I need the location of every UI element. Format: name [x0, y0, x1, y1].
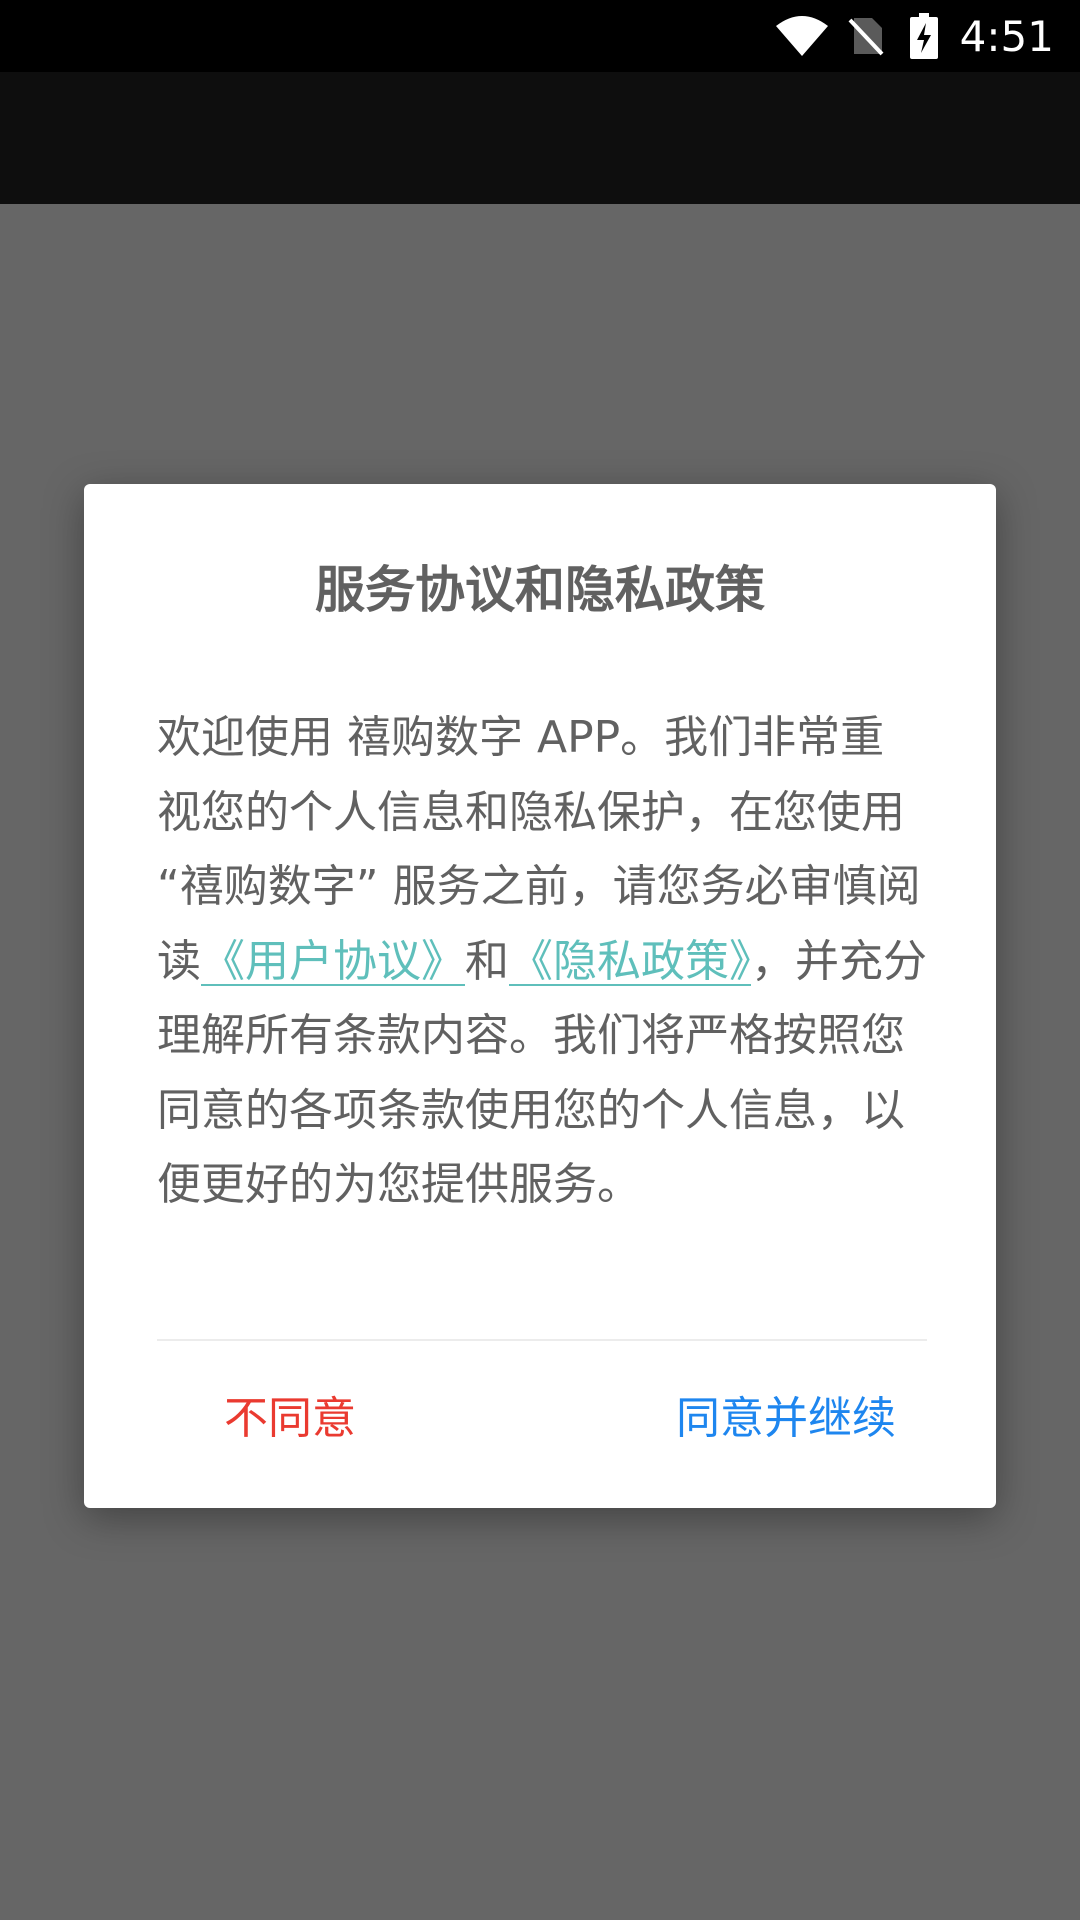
status-icons: 4:51 [774, 0, 1054, 72]
wifi-icon [774, 14, 830, 58]
status-bar: 4:51 [0, 0, 1080, 72]
agree-continue-button[interactable]: 同意并继续 [676, 1384, 896, 1454]
screen: 4:51 服务协议和隐私政策 欢迎使用 禧购数字 APP。我们非常重视您的个人信… [0, 0, 1080, 1920]
no-sim-icon [848, 16, 884, 56]
privacy-policy-link[interactable]: 《隐私政策》 [509, 936, 751, 987]
status-clock: 4:51 [959, 11, 1054, 61]
body-text-and: 和 [465, 935, 509, 987]
app-bar [0, 72, 1080, 204]
user-agreement-link[interactable]: 《用户协议》 [201, 936, 465, 987]
battery-charging-icon [909, 13, 938, 59]
disagree-button[interactable]: 不同意 [224, 1384, 356, 1454]
dialog-divider [157, 1339, 927, 1341]
dialog-title: 服务协议和隐私政策 [315, 561, 765, 619]
privacy-dialog: 服务协议和隐私政策 欢迎使用 禧购数字 APP。我们非常重视您的个人信息和隐私保… [84, 484, 996, 1508]
dialog-body: 欢迎使用 禧购数字 APP。我们非常重视您的个人信息和隐私保护，在您使用 “禧购… [157, 701, 927, 1223]
